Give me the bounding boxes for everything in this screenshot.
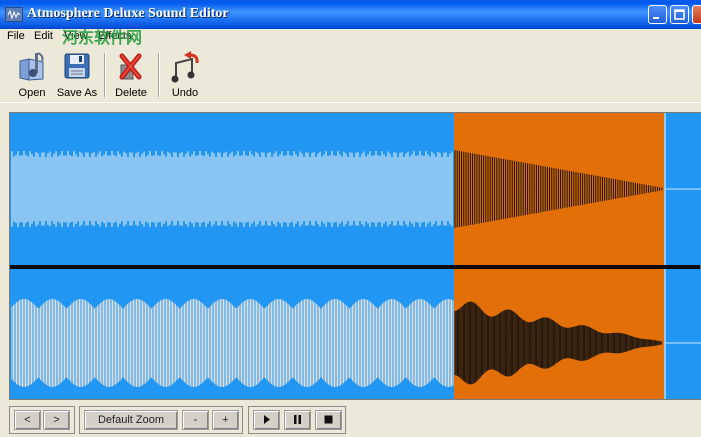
zoom-out-button[interactable]: - bbox=[182, 410, 209, 430]
save-as-button[interactable]: Save As bbox=[56, 49, 98, 101]
app-icon[interactable] bbox=[5, 7, 23, 22]
pause-icon bbox=[294, 415, 301, 424]
close-button[interactable] bbox=[692, 5, 701, 24]
delete-label: Delete bbox=[115, 87, 147, 99]
delete-icon bbox=[117, 51, 145, 84]
transport-panel bbox=[248, 406, 346, 434]
undo-label: Undo bbox=[171, 87, 199, 99]
waveform bbox=[11, 151, 453, 227]
maximize-button[interactable] bbox=[670, 5, 689, 24]
default-zoom-button[interactable]: Default Zoom bbox=[84, 410, 178, 430]
waveform-track-lower[interactable] bbox=[10, 269, 701, 399]
scroll-right-button[interactable]: > bbox=[43, 410, 70, 430]
open-label: Open bbox=[18, 87, 46, 99]
toolbar: Open Save As Delete Undo bbox=[0, 45, 701, 103]
zoom-panel: Default Zoom - + bbox=[79, 406, 243, 434]
menu-effects[interactable]: Effects bbox=[98, 30, 131, 42]
play-icon bbox=[264, 415, 270, 424]
toolbar-separator bbox=[104, 53, 106, 97]
playback-controls: < > Default Zoom - + bbox=[0, 402, 701, 437]
menu-view[interactable]: View bbox=[64, 30, 88, 42]
save-as-label: Save As bbox=[56, 87, 98, 99]
menu-edit[interactable]: Edit bbox=[34, 30, 53, 42]
waveform-editor[interactable] bbox=[9, 112, 701, 400]
open-icon bbox=[17, 51, 47, 86]
undo-icon bbox=[170, 51, 200, 86]
delete-button[interactable]: Delete bbox=[112, 49, 150, 101]
play-button[interactable] bbox=[253, 410, 280, 430]
toolbar-separator bbox=[158, 53, 160, 97]
waveform bbox=[11, 299, 454, 387]
stop-button[interactable] bbox=[315, 410, 342, 430]
undo-button[interactable]: Undo bbox=[166, 49, 204, 101]
title-bar[interactable]: Atmosphere Deluxe Sound Editor bbox=[0, 0, 701, 29]
pause-button[interactable] bbox=[284, 410, 311, 430]
minimize-button[interactable] bbox=[648, 5, 667, 24]
floppy-disk-icon bbox=[63, 51, 91, 84]
menu-file[interactable]: File bbox=[7, 30, 25, 42]
stop-icon bbox=[324, 415, 333, 424]
scroll-left-button[interactable]: < bbox=[14, 410, 41, 430]
window-title: Atmosphere Deluxe Sound Editor bbox=[27, 6, 229, 21]
scroll-panel: < > bbox=[9, 406, 75, 434]
menu-bar: File Edit View Effects bbox=[0, 29, 701, 45]
zoom-in-button[interactable]: + bbox=[212, 410, 239, 430]
waveform-track-upper[interactable] bbox=[10, 113, 701, 265]
open-button[interactable]: Open bbox=[14, 49, 50, 101]
